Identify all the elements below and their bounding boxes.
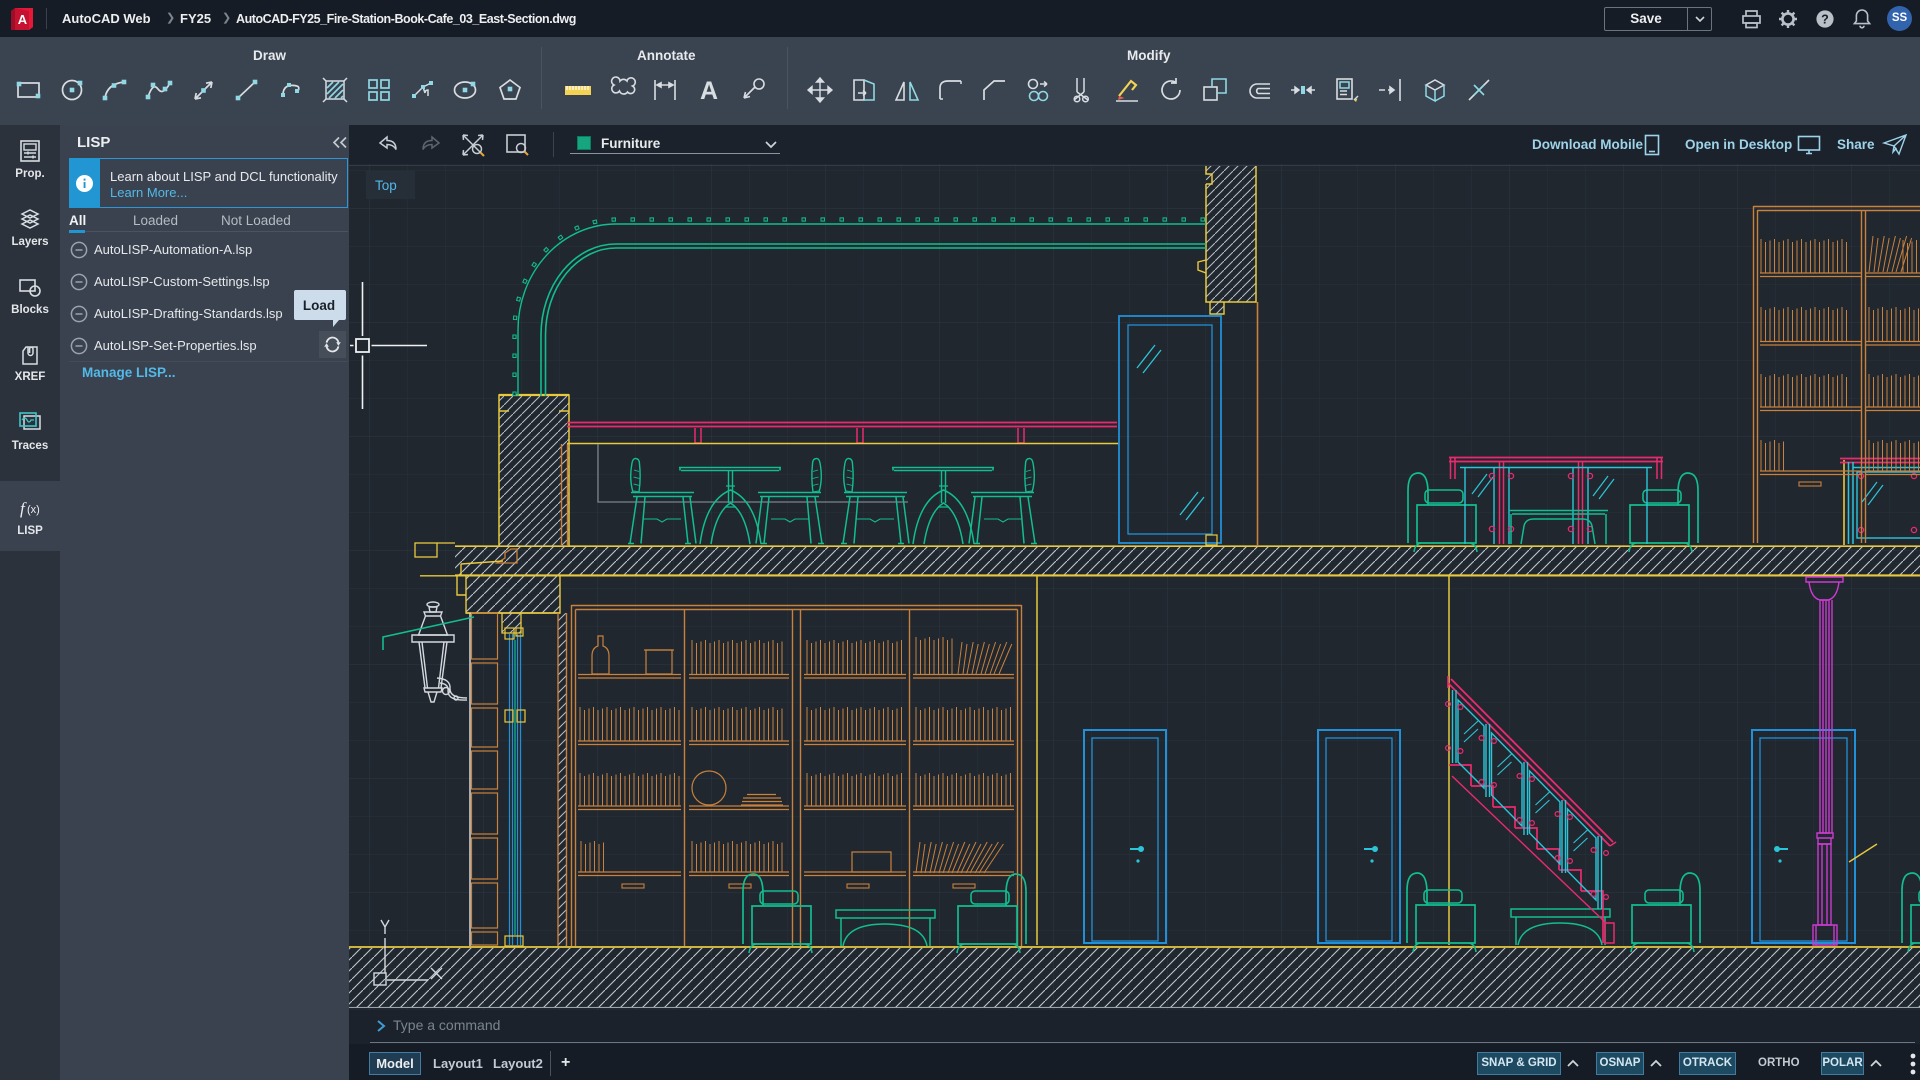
svg-text:f: f bbox=[20, 499, 27, 518]
svg-text:(x): (x) bbox=[27, 504, 40, 516]
svg-text:Load: Load bbox=[303, 298, 335, 313]
svg-text:?: ? bbox=[1821, 12, 1829, 26]
svg-text:A: A bbox=[18, 12, 28, 27]
svg-text:Top: Top bbox=[375, 178, 397, 193]
svg-text:A: A bbox=[700, 77, 718, 105]
